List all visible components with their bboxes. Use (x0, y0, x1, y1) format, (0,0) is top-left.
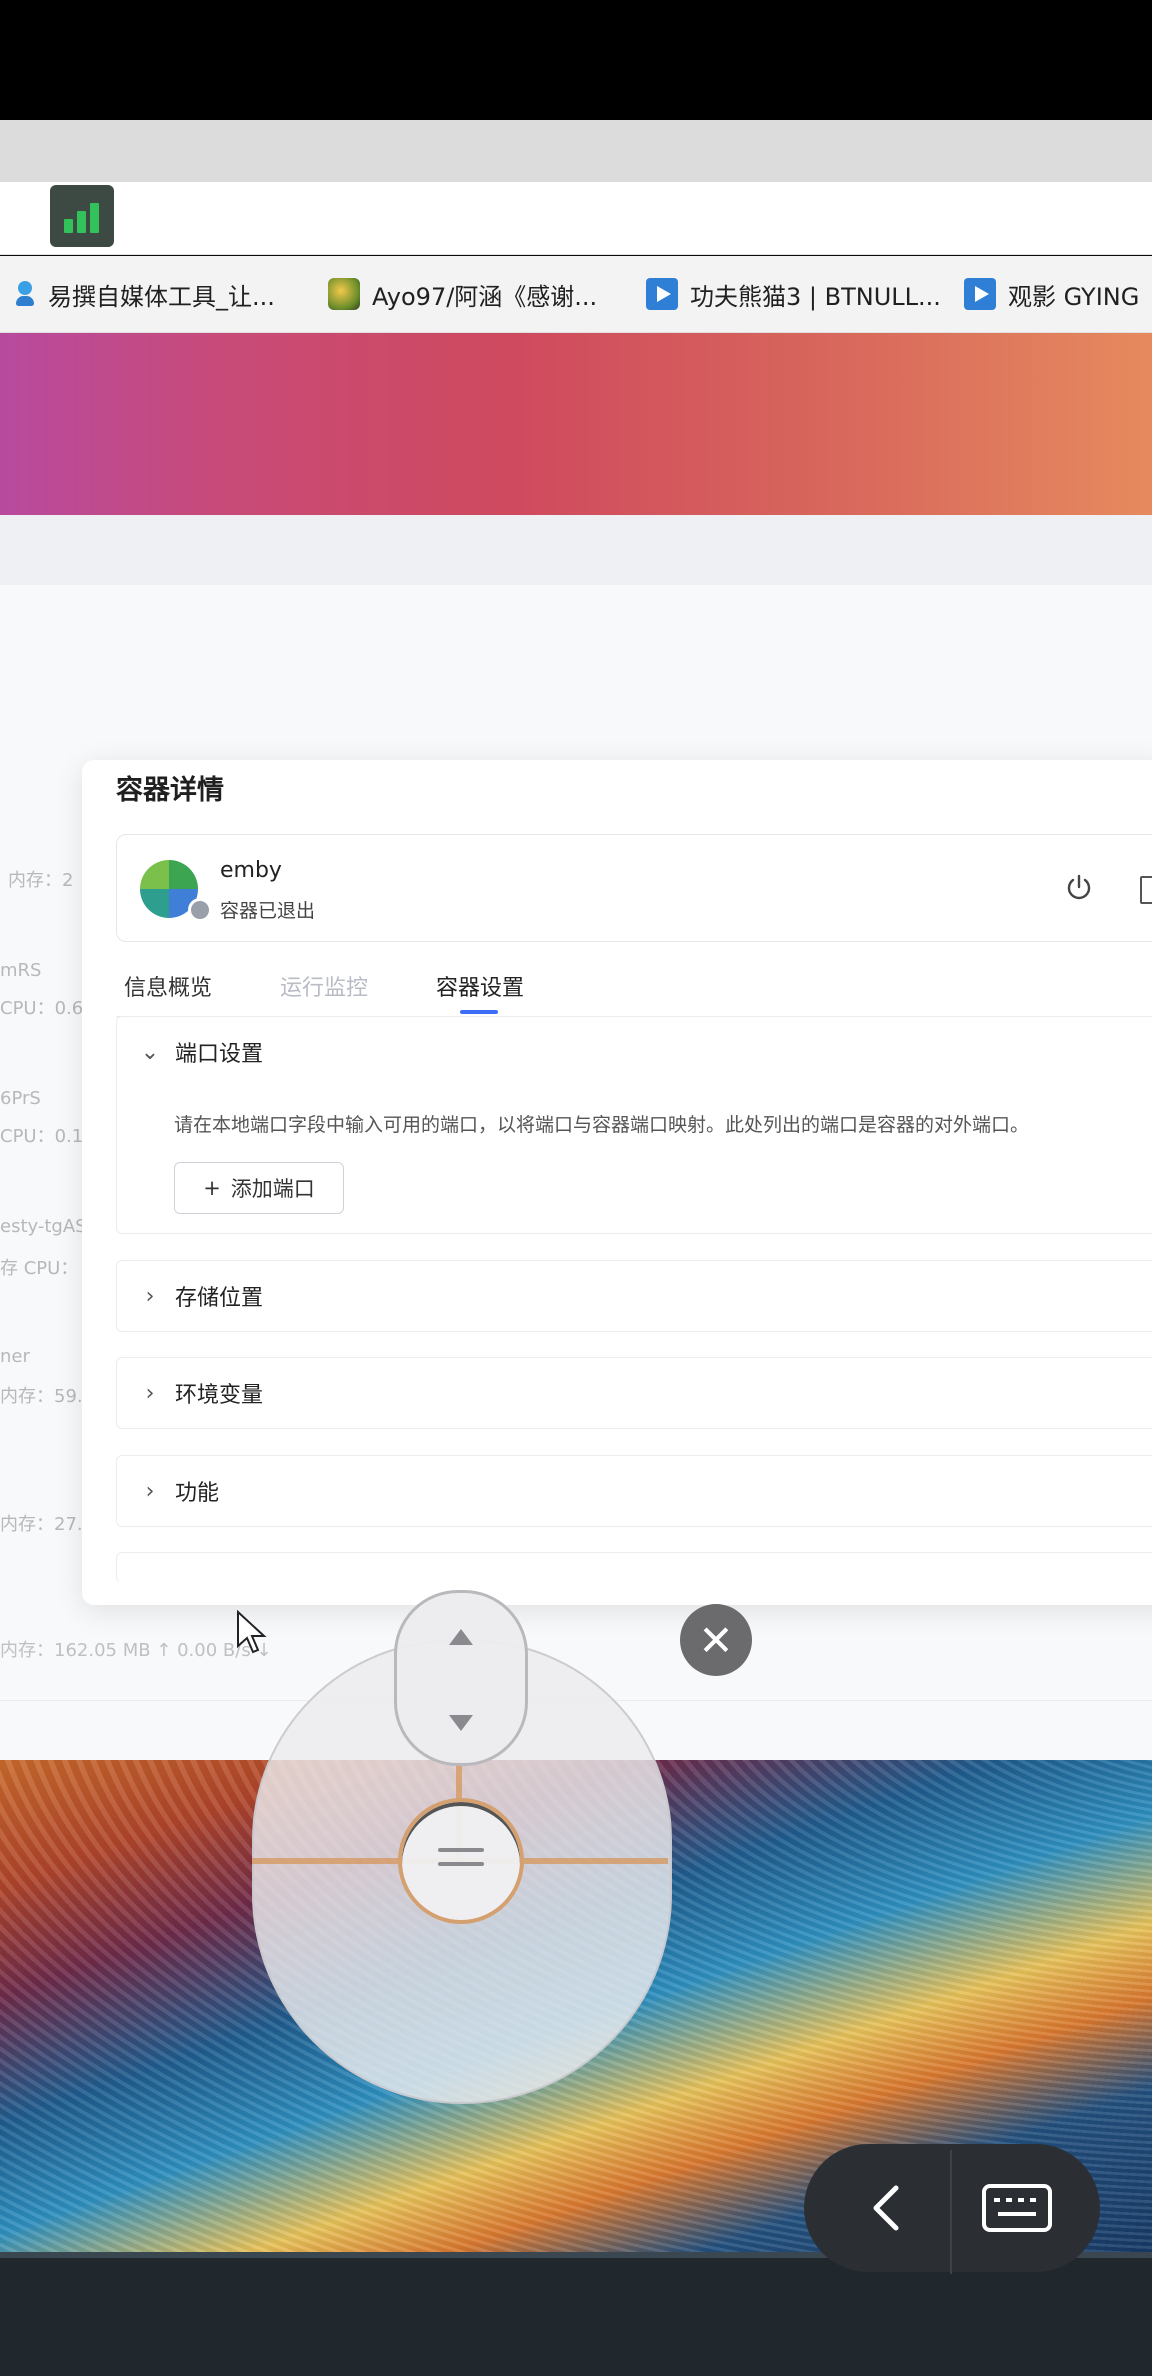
scroll-up-icon[interactable] (449, 1629, 473, 1645)
bg-list-text: esty-tgAS (0, 1216, 87, 1237)
bg-list-text: CPU：0.1 (0, 1126, 84, 1147)
browser-tab-strip (0, 120, 1152, 182)
bookmark-item[interactable]: 观影 GYING (964, 256, 1139, 332)
bg-list-text: 内存：59. (0, 1386, 83, 1407)
section-title: 端口设置 (175, 1042, 264, 1067)
chevron-right-icon: › (145, 1283, 155, 1309)
storage-section[interactable]: › 存储位置 (116, 1260, 1152, 1332)
play-icon (646, 278, 678, 310)
section-title: 环境变量 (175, 1383, 264, 1408)
extension-chart-icon[interactable] (50, 185, 114, 247)
bookmark-item[interactable]: 易撰自媒体工具_让... (14, 256, 275, 332)
chevron-down-icon: ⌄ (140, 1039, 160, 1065)
container-summary (116, 834, 1152, 942)
status-dot-icon (188, 898, 212, 922)
nav-divider (950, 2150, 952, 2274)
port-settings-header[interactable]: ⌄ 端口设置 (117, 1017, 263, 1087)
browser-toolbar (0, 182, 1152, 255)
tab-settings[interactable]: 容器设置 (436, 970, 524, 1002)
section-title: 存储位置 (175, 1286, 264, 1311)
chevron-right-icon: › (145, 1478, 155, 1504)
active-tab-indicator (460, 1010, 498, 1014)
scroll-wheel[interactable] (394, 1590, 528, 1766)
power-icon[interactable] (1064, 872, 1094, 902)
container-status: 容器已退出 (220, 900, 316, 922)
bg-list-text: mRS (0, 960, 42, 981)
bg-list-text: 存 CPU： (0, 1258, 79, 1279)
bg-list-text: 内存：2 (8, 870, 74, 891)
bg-list-text: 6PrS (0, 1088, 41, 1109)
modal-title: 容器详情 (116, 775, 224, 806)
back-icon[interactable] (862, 2182, 914, 2234)
next-section-partial (116, 1552, 1152, 1583)
play-icon (964, 278, 996, 310)
status-bar-area (0, 0, 1152, 120)
section-title: 功能 (175, 1481, 220, 1506)
bg-list-text: 内存：162.05 MB ↑ 0.00 B/s ↓ (0, 1640, 272, 1661)
add-port-button[interactable]: + 添加端口 (174, 1162, 344, 1214)
scroll-down-icon[interactable] (449, 1715, 473, 1731)
bookmarks-bar: 易撰自媒体工具_让... Ayo97/阿涵《感谢... 功夫熊猫3 | BTNU… (0, 256, 1152, 333)
chevron-right-icon: › (145, 1380, 155, 1406)
header-banner (0, 333, 1152, 515)
delete-icon[interactable] (1140, 876, 1152, 904)
plus-icon: + (203, 1176, 221, 1200)
person-icon (14, 279, 36, 309)
bg-list-text: ner (0, 1346, 30, 1367)
tab-monitor[interactable]: 运行监控 (280, 970, 368, 1002)
tab-overview[interactable]: 信息概览 (124, 970, 212, 1002)
avatar-icon (328, 278, 360, 310)
bookmark-item[interactable]: 功夫熊猫3 | BTNULL... (646, 256, 941, 332)
nav-pill (804, 2144, 1100, 2272)
header-subbar (0, 515, 1152, 585)
bookmark-item[interactable]: Ayo97/阿涵《感谢... (328, 256, 597, 332)
features-section[interactable]: › 功能 (116, 1455, 1152, 1527)
keyboard-icon[interactable] (982, 2184, 1052, 2232)
container-name: emby (220, 858, 282, 883)
close-icon[interactable]: ✕ (680, 1604, 752, 1676)
env-section[interactable]: › 环境变量 (116, 1357, 1152, 1429)
cursor-icon (237, 1610, 267, 1654)
port-description: 请在本地端口字段中输入可用的端口，以将端口与容器端口映射。此处列出的端口是容器的… (174, 1114, 1030, 1136)
bg-list-text: 内存：27. (0, 1514, 83, 1535)
mouse-drag-handle[interactable] (398, 1798, 524, 1924)
